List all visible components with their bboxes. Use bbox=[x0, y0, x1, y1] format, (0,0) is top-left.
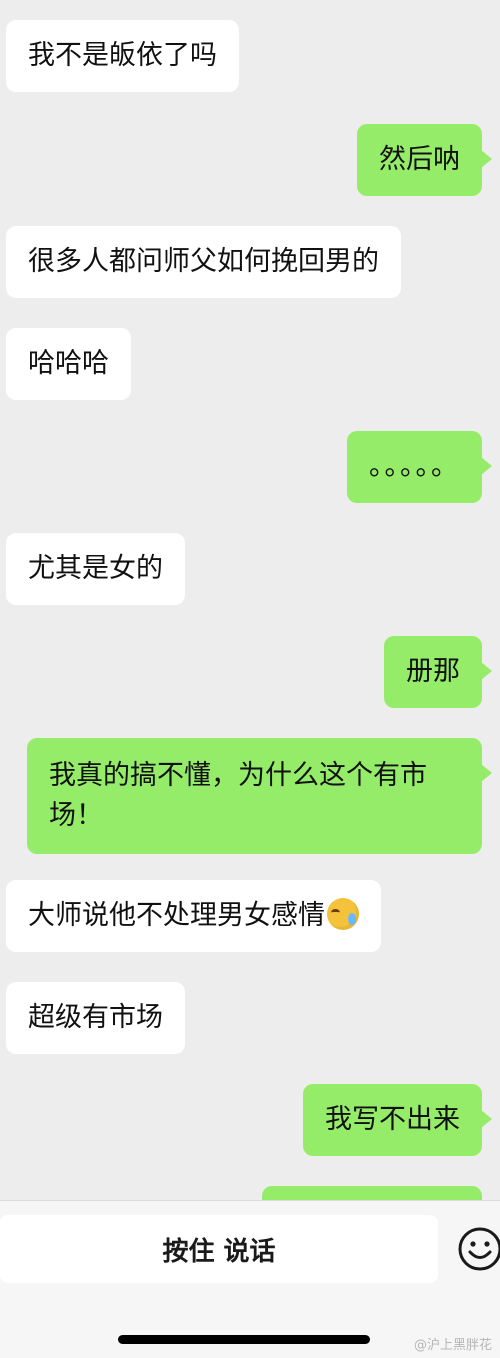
watermark: @沪上黑胖花 bbox=[413, 1338, 492, 1353]
message-text: 册那 bbox=[406, 656, 460, 687]
message-text: 我不是皈依了吗 bbox=[28, 40, 217, 71]
message-text: 。。。。。 bbox=[369, 451, 460, 482]
message-bubble-incoming[interactable]: 超级有市场 bbox=[6, 982, 185, 1054]
message-bubble-outgoing[interactable]: 我写不出来 bbox=[303, 1084, 492, 1156]
home-indicator[interactable] bbox=[118, 1335, 370, 1344]
message-bubble-outgoing[interactable]: 然后呐 bbox=[357, 124, 492, 196]
message-text: 很多人都问师父如何挽回男的 bbox=[28, 246, 379, 277]
smiley-face-icon[interactable] bbox=[456, 1225, 500, 1273]
face-with-tears-icon bbox=[327, 898, 359, 930]
hold-to-talk-button[interactable]: 按住 说话 bbox=[0, 1215, 438, 1283]
message-bubble-outgoing[interactable]: 我真的搞不懂，为什么这个有市场！ bbox=[27, 738, 492, 854]
hold-to-talk-label: 按住 说话 bbox=[162, 1236, 276, 1267]
chat-message-list[interactable]: 我不是皈依了吗 然后呐 很多人都问师父如何挽回男的 哈哈哈 。。。。。 尤其是女… bbox=[0, 0, 500, 1205]
message-text: 超级有市场 bbox=[28, 1002, 163, 1033]
message-bubble-outgoing[interactable]: 册那 bbox=[384, 636, 492, 708]
message-bubble-incoming[interactable]: 尤其是女的 bbox=[6, 533, 185, 605]
message-text: 大师说他不处理男女感情 bbox=[28, 900, 325, 931]
message-bubble-incoming[interactable]: 大师说他不处理男女感情 bbox=[6, 880, 381, 952]
message-text: 我真的搞不懂，为什么这个有市场！ bbox=[49, 760, 427, 831]
message-text: 哈哈哈 bbox=[28, 348, 109, 379]
message-text: 我写不出来 bbox=[325, 1104, 460, 1135]
message-bubble-incoming[interactable]: 很多人都问师父如何挽回男的 bbox=[6, 226, 401, 298]
message-text: 然后呐 bbox=[379, 144, 460, 175]
message-bubble-incoming[interactable]: 我不是皈依了吗 bbox=[6, 20, 239, 92]
message-bubble-outgoing[interactable]: 。。。。。 bbox=[347, 431, 492, 503]
message-bubble-incoming[interactable]: 哈哈哈 bbox=[6, 328, 131, 400]
message-text: 尤其是女的 bbox=[28, 553, 163, 584]
